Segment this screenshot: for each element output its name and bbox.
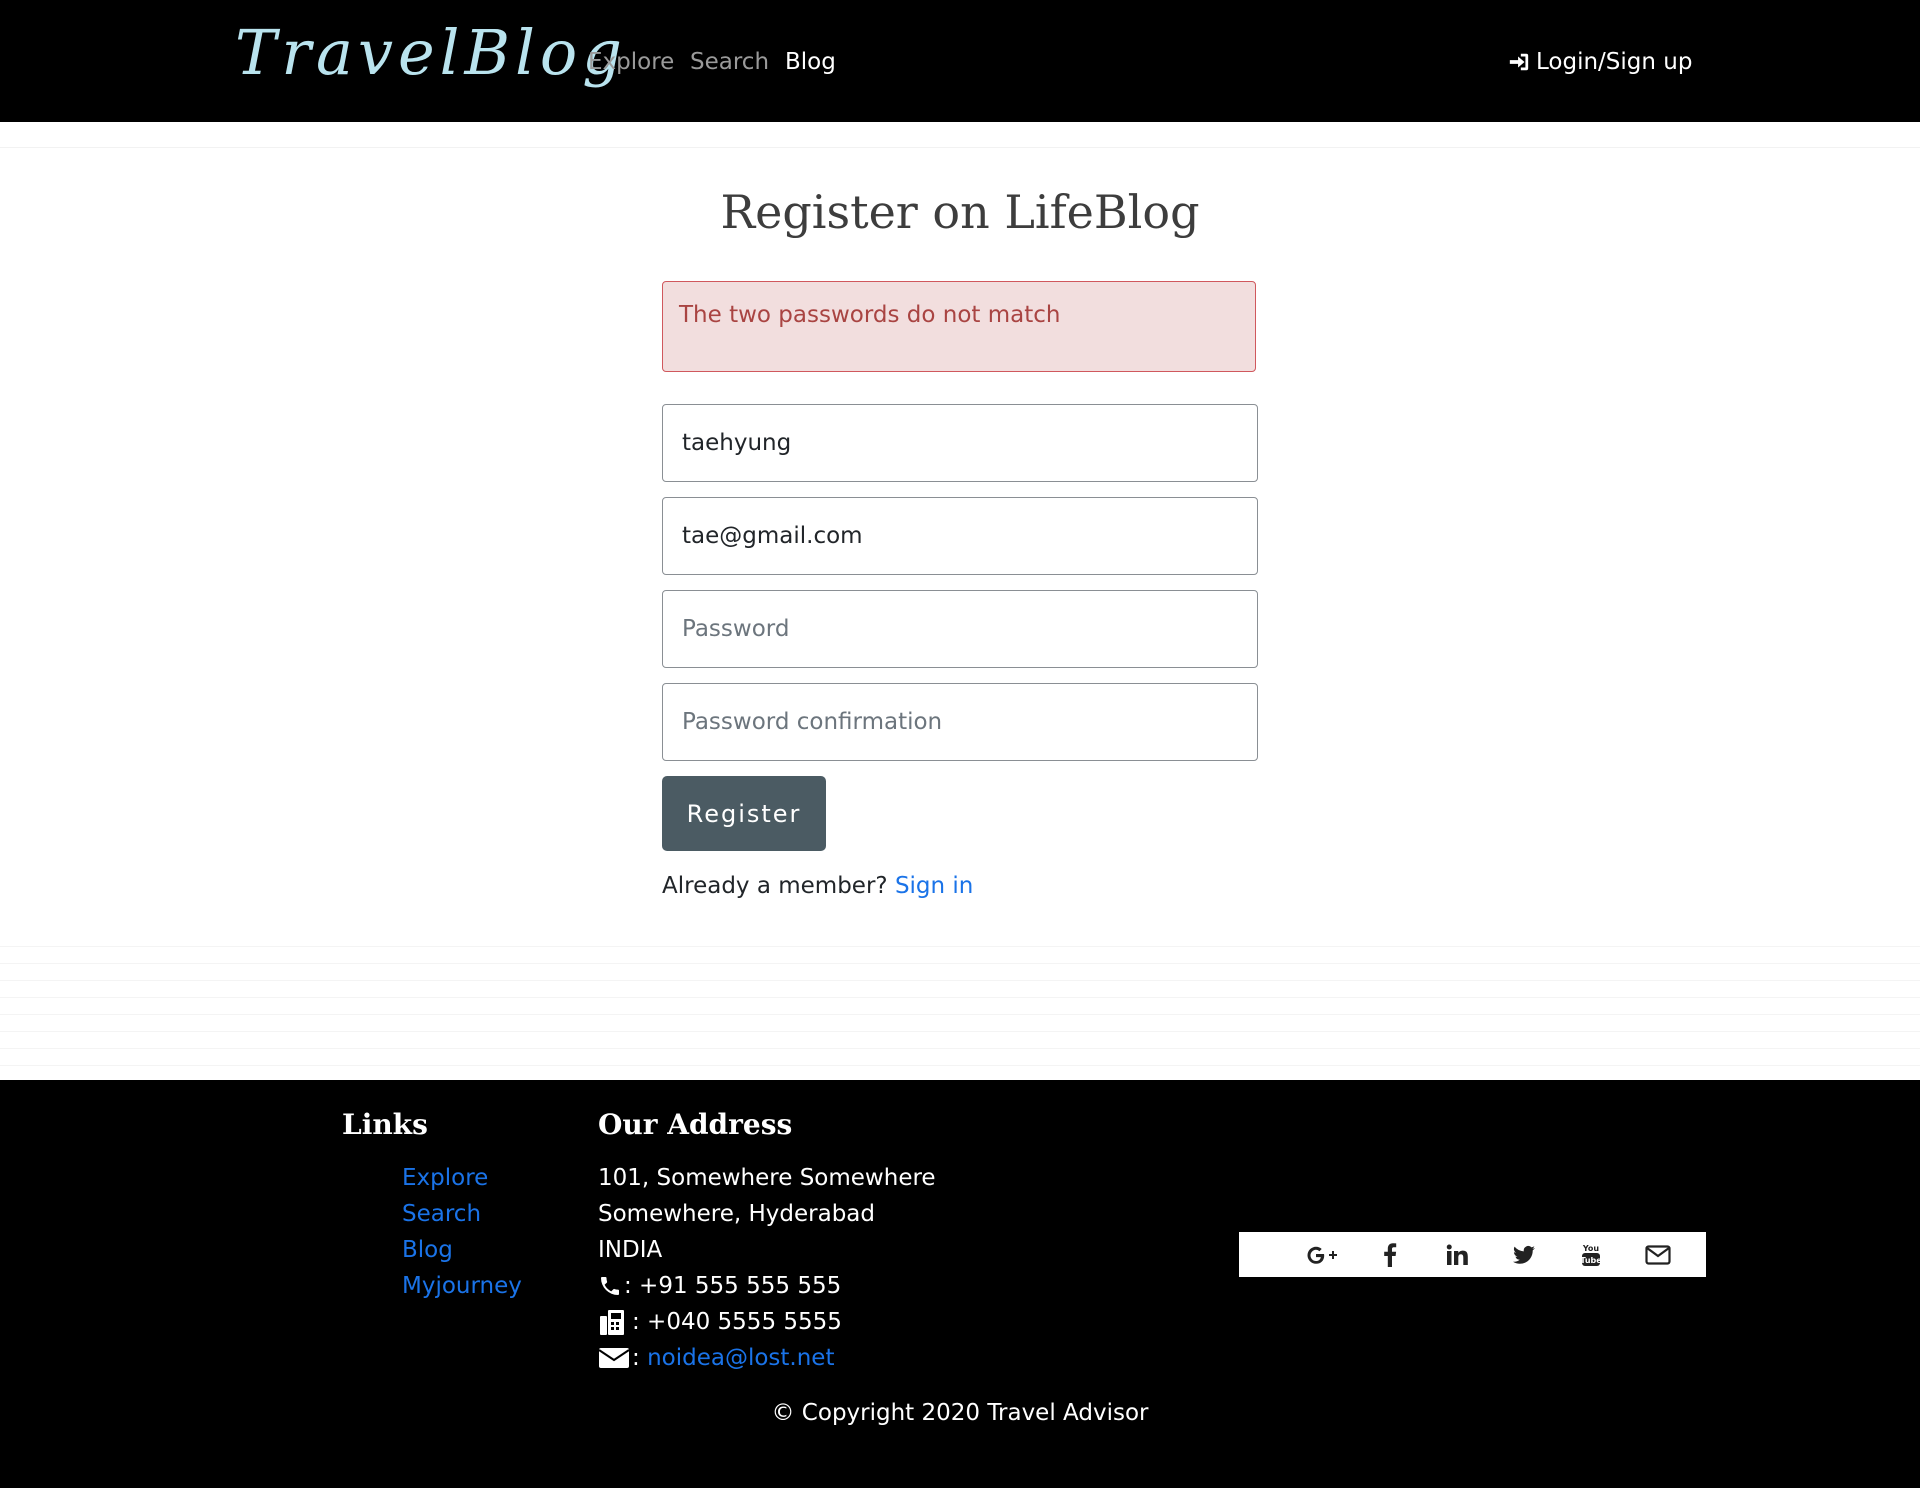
phone-icon — [598, 1271, 624, 1301]
linkedin-icon[interactable] — [1423, 1232, 1490, 1277]
svg-text:Tube: Tube — [1581, 1256, 1601, 1265]
email-field[interactable] — [662, 497, 1258, 575]
address-line: INDIA — [598, 1237, 663, 1263]
fax-row: : +040 5555 5555 — [598, 1304, 936, 1340]
address-line: Somewhere, Hyderabad — [598, 1201, 875, 1227]
list-item: Blog — [402, 1232, 522, 1268]
password-confirmation-field[interactable] — [662, 683, 1258, 761]
copyright: © Copyright 2020 Travel Advisor — [771, 1400, 1149, 1426]
footer-link-search[interactable]: Search — [402, 1201, 481, 1227]
login-signup-link[interactable]: Login/Sign up — [1508, 44, 1692, 80]
page-title: Register on LifeBlog — [720, 185, 1200, 239]
signin-link[interactable]: Sign in — [895, 873, 973, 899]
nav-blog[interactable]: Blog — [785, 44, 836, 80]
fax-icon — [598, 1307, 632, 1337]
envelope-icon — [598, 1343, 632, 1373]
list-item: Explore — [402, 1160, 522, 1196]
footer-link-explore[interactable]: Explore — [402, 1165, 488, 1191]
footer-link-blog[interactable]: Blog — [402, 1237, 453, 1263]
list-item: Myjourney — [402, 1268, 522, 1304]
register-button[interactable]: Register — [662, 776, 826, 851]
google-plus-icon[interactable] — [1289, 1232, 1356, 1277]
signin-prompt: Already a member? Sign in — [662, 869, 973, 903]
youtube-icon[interactable]: You Tube — [1557, 1232, 1624, 1277]
address-heading: Our Address — [598, 1108, 793, 1141]
navbar: TravelBlog Explore Search Blog Login/Sig… — [0, 0, 1920, 122]
email-prefix: : — [632, 1345, 640, 1371]
nav-search[interactable]: Search — [690, 44, 769, 80]
envelope-icon[interactable] — [1624, 1232, 1691, 1277]
username-field[interactable] — [662, 404, 1258, 482]
footer-links: Explore Search Blog Myjourney — [402, 1160, 522, 1304]
phone-row: : +91 555 555 555 — [598, 1268, 936, 1304]
address-line: 101, Somewhere Somewhere — [598, 1165, 936, 1191]
footer: Links Explore Search Blog Myjourney Our … — [0, 1080, 1920, 1488]
error-alert: The two passwords do not match — [662, 281, 1256, 372]
list-item: Search — [402, 1196, 522, 1232]
background-stripes — [0, 930, 1920, 1080]
divider — [0, 147, 1920, 148]
footer-email-link[interactable]: noidea@lost.net — [647, 1340, 834, 1376]
svg-text:You: You — [1581, 1244, 1599, 1253]
sign-in-icon — [1509, 53, 1529, 71]
address-block: 101, Somewhere Somewhere Somewhere, Hyde… — [598, 1160, 936, 1376]
password-field[interactable] — [662, 590, 1258, 668]
social-bar: You Tube — [1239, 1232, 1706, 1277]
fax-number: : +040 5555 5555 — [632, 1309, 842, 1335]
member-text: Already a member? — [662, 873, 888, 899]
footer-link-myjourney[interactable]: Myjourney — [402, 1273, 522, 1299]
nav-explore[interactable]: Explore — [588, 44, 674, 80]
email-row: : noidea@lost.net — [598, 1340, 936, 1376]
twitter-icon[interactable] — [1490, 1232, 1557, 1277]
facebook-icon[interactable] — [1356, 1232, 1423, 1277]
phone-number: : +91 555 555 555 — [624, 1273, 842, 1299]
links-heading: Links — [342, 1108, 428, 1141]
login-signup-label: Login/Sign up — [1536, 49, 1693, 75]
brand-logo[interactable]: TravelBlog — [235, 8, 627, 98]
